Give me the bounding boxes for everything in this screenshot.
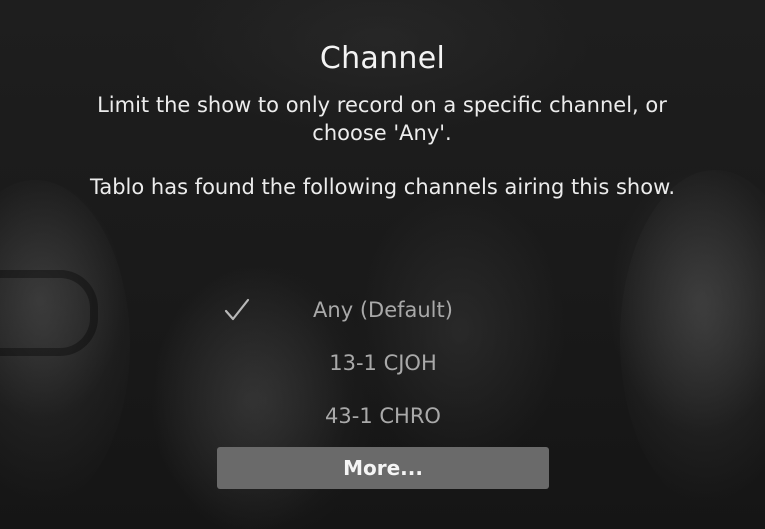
channel-option-label: Any (Default) xyxy=(313,298,453,322)
channel-option-label: 43-1 CHRO xyxy=(325,404,441,428)
channel-list: Any (Default) 13-1 CJOH 43-1 CHRO xyxy=(217,289,549,448)
dialog-description: Limit the show to only record on a speci… xyxy=(97,93,667,145)
check-icon xyxy=(223,289,251,331)
channel-option-label: 13-1 CJOH xyxy=(329,351,437,375)
more-button[interactable]: More... xyxy=(217,447,549,489)
channel-option-13-1-cjoh[interactable]: 13-1 CJOH xyxy=(217,342,549,395)
channel-option-any[interactable]: Any (Default) xyxy=(217,289,549,342)
background-photo-person-right xyxy=(620,170,765,510)
background-photo-person-left xyxy=(0,180,130,510)
channel-option-43-1-chro[interactable]: 43-1 CHRO xyxy=(217,395,549,448)
channel-dialog-screen: Channel Limit the show to only record on… xyxy=(0,0,765,529)
channels-found-note: Tablo has found the following channels a… xyxy=(89,175,675,199)
dialog-title: Channel xyxy=(319,41,446,76)
background-photo-glasses xyxy=(0,270,98,356)
